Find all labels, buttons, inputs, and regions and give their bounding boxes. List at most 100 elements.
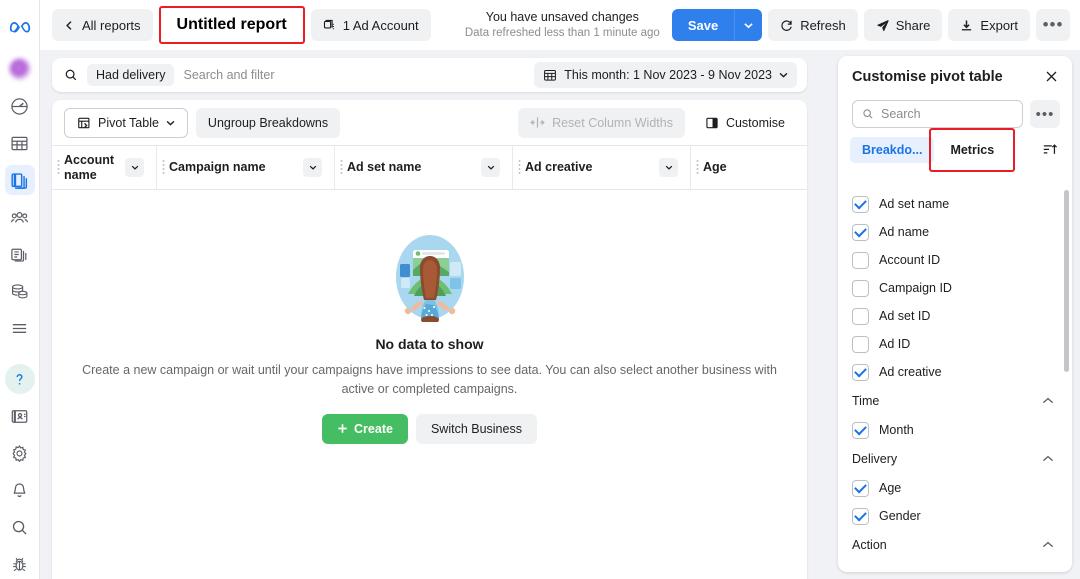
column-resize-handle[interactable] xyxy=(157,158,169,178)
grip-dots-icon xyxy=(696,159,698,174)
share-button[interactable]: Share xyxy=(863,9,943,41)
checkbox-ad-creative[interactable] xyxy=(852,363,869,381)
column-resize-handle[interactable] xyxy=(52,158,64,178)
rail-item-help[interactable] xyxy=(4,364,35,394)
column-menu-button[interactable] xyxy=(125,158,144,177)
more-options-button[interactable]: ••• xyxy=(1036,9,1070,41)
column-header-ad-creative[interactable]: Ad creative xyxy=(513,146,691,189)
panel-more-options-button[interactable]: ••• xyxy=(1030,100,1060,128)
all-reports-label: All reports xyxy=(82,17,141,33)
customise-panel-icon xyxy=(706,117,718,128)
column-resize-handle[interactable] xyxy=(691,158,703,178)
unsaved-changes-text: You have unsaved changes xyxy=(485,10,639,24)
column-header-campaign-name[interactable]: Campaign name xyxy=(157,146,335,189)
save-dropdown-button[interactable] xyxy=(734,9,763,41)
list-item-gender[interactable]: Gender xyxy=(852,502,1060,530)
rail-item-creative[interactable] xyxy=(5,239,35,269)
chevron-up-icon xyxy=(1042,394,1054,408)
list-item-label: Ad ID xyxy=(879,337,911,351)
column-header-label: Account name xyxy=(64,152,114,182)
top-toolbar: All reports Untitled report 1 Ad Account… xyxy=(40,0,1080,50)
checkbox-ad-set-id[interactable] xyxy=(852,307,869,325)
chevron-down-icon xyxy=(487,165,494,170)
panel-header: Customise pivot table xyxy=(838,56,1072,89)
checkbox-campaign-id[interactable] xyxy=(852,279,869,297)
refresh-icon xyxy=(781,19,792,31)
column-menu-button[interactable] xyxy=(303,158,322,177)
rail-item-all-tools[interactable] xyxy=(5,313,35,343)
list-item-account-id[interactable]: Account ID xyxy=(852,246,1060,274)
rail-item-billing[interactable] xyxy=(5,276,35,306)
close-icon[interactable] xyxy=(1043,69,1060,89)
panel-scrollbar-thumb[interactable] xyxy=(1064,190,1069,372)
save-button[interactable]: Save xyxy=(671,9,735,41)
rail-item-notifications[interactable] xyxy=(5,475,35,505)
empty-state-title: No data to show xyxy=(375,336,484,352)
rail-item-audiences[interactable] xyxy=(5,202,35,232)
column-header-label: Campaign name xyxy=(169,160,266,174)
column-header-account-name[interactable]: Account name xyxy=(52,146,157,189)
rail-item-bug[interactable] xyxy=(5,549,35,579)
list-item-ad-id[interactable]: Ad ID xyxy=(852,330,1060,358)
search-and-filter-input[interactable]: Search and filter xyxy=(183,68,274,82)
panel-search-input[interactable]: Search xyxy=(852,100,1023,128)
rail-item-search[interactable] xyxy=(5,512,35,542)
rail-item-news[interactable] xyxy=(5,401,35,431)
section-header-action[interactable]: Action xyxy=(852,530,1060,560)
column-resize-handle[interactable] xyxy=(513,158,525,178)
list-item-campaign-id[interactable]: Campaign ID xyxy=(852,274,1060,302)
checkbox-month[interactable] xyxy=(852,421,869,439)
rail-item-table[interactable] xyxy=(5,128,35,158)
breakdowns-list-inner: Ad set name Ad name Account ID Campaign … xyxy=(852,172,1060,560)
column-resize-handle[interactable] xyxy=(335,158,347,178)
refresh-button[interactable]: Refresh xyxy=(768,9,858,41)
tab-metrics[interactable]: Metrics xyxy=(938,137,1006,163)
ad-account-button[interactable]: 1 Ad Account xyxy=(310,9,431,41)
checkbox-age[interactable] xyxy=(852,479,869,497)
customise-button[interactable]: Customise xyxy=(693,108,797,138)
section-label: Time xyxy=(852,394,880,408)
ungroup-breakdowns-button[interactable]: Ungroup Breakdowns xyxy=(195,107,341,138)
chevron-down-icon xyxy=(166,120,175,126)
filter-chip-had-delivery[interactable]: Had delivery xyxy=(87,64,175,86)
create-button[interactable]: Create xyxy=(322,413,408,444)
checkbox-ad-name[interactable] xyxy=(852,223,869,241)
avatar-icon xyxy=(8,58,31,80)
column-menu-button[interactable] xyxy=(481,158,500,177)
rail-item-settings[interactable] xyxy=(5,438,35,468)
rail-item-performance[interactable] xyxy=(5,91,35,121)
column-header-age[interactable]: Age xyxy=(691,146,807,189)
pivot-table-selector[interactable]: Pivot Table xyxy=(64,107,188,138)
data-refreshed-text: Data refreshed less than 1 minute ago xyxy=(464,26,660,39)
list-item-ad-set-id[interactable]: Ad set ID xyxy=(852,302,1060,330)
list-item-month[interactable]: Month xyxy=(852,416,1060,444)
export-button[interactable]: Export xyxy=(948,9,1030,41)
list-item-ad-creative[interactable]: Ad creative xyxy=(852,358,1060,386)
grip-dots-icon xyxy=(340,159,342,174)
report-title-input[interactable]: Untitled report xyxy=(163,8,301,42)
account-avatar[interactable] xyxy=(5,54,35,84)
hamburger-icon xyxy=(12,323,27,333)
section-header-time[interactable]: Time xyxy=(852,386,1060,416)
list-item-ad-set-name[interactable]: Ad set name xyxy=(852,190,1060,218)
checkbox-ad-set-name[interactable] xyxy=(852,195,869,213)
rail-item-reports[interactable] xyxy=(4,165,35,195)
meta-logo[interactable] xyxy=(5,12,35,42)
date-range-label: This month: 1 Nov 2023 - 9 Nov 2023 xyxy=(564,68,772,82)
column-menu-button[interactable] xyxy=(659,158,678,177)
switch-business-button[interactable]: Switch Business xyxy=(415,413,537,444)
list-item-age[interactable]: Age xyxy=(852,474,1060,502)
checkbox-gender[interactable] xyxy=(852,507,869,525)
checkbox-ad-id[interactable] xyxy=(852,335,869,353)
tab-breakdowns[interactable]: Breakdo... xyxy=(850,137,935,163)
all-reports-button[interactable]: All reports xyxy=(52,9,153,41)
breakdowns-list[interactable]: Ad set name Ad name Account ID Campaign … xyxy=(838,172,1072,572)
sort-ascending-icon[interactable] xyxy=(1038,138,1062,162)
column-header-ad-set-name[interactable]: Ad set name xyxy=(335,146,513,189)
gear-icon xyxy=(12,444,27,462)
section-header-delivery[interactable]: Delivery xyxy=(852,444,1060,474)
checkbox-account-id[interactable] xyxy=(852,251,869,269)
date-range-picker[interactable]: This month: 1 Nov 2023 - 9 Nov 2023 xyxy=(534,62,797,88)
list-item-ad-name[interactable]: Ad name xyxy=(852,218,1060,246)
plus-icon xyxy=(338,424,347,433)
